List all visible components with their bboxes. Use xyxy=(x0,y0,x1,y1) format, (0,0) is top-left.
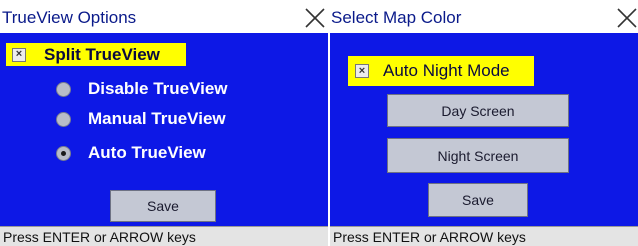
status-bar: Press ENTER or ARROW keys xyxy=(330,226,638,246)
radio-selected-icon xyxy=(56,145,71,161)
checkbox-mark: × xyxy=(12,47,26,62)
close-icon xyxy=(617,8,637,28)
trueview-options-panel: TrueView Options × Split TrueView Disabl… xyxy=(0,0,328,246)
checkbox-label: Auto Night Mode xyxy=(383,61,510,80)
status-text: Press ENTER or ARROW keys xyxy=(333,229,526,245)
radio-icon xyxy=(56,111,71,127)
radio-label: Disable TrueView xyxy=(88,79,228,98)
checkbox-mark: × xyxy=(355,64,369,78)
panel-title: Select Map Color xyxy=(331,8,462,27)
title-bar: Select Map Color xyxy=(330,0,638,33)
checkbox-label: Split TrueView xyxy=(44,44,160,64)
radio-label: Auto TrueView xyxy=(88,143,206,162)
close-icon xyxy=(305,8,325,28)
options-area: × Auto Night Mode Day Screen Night Scree… xyxy=(330,33,638,226)
close-button[interactable] xyxy=(612,0,638,33)
split-trueview-checkbox[interactable]: × Split TrueView xyxy=(6,43,186,66)
status-text: Press ENTER or ARROW keys xyxy=(3,229,196,245)
radio-disable-trueview[interactable]: Disable TrueView xyxy=(56,79,228,99)
panel-title: TrueView Options xyxy=(2,8,137,27)
select-map-color-panel: Select Map Color × Auto Night Mode Day S… xyxy=(330,0,638,246)
close-button[interactable] xyxy=(300,0,328,33)
day-screen-button[interactable]: Day Screen xyxy=(387,94,569,127)
night-screen-button[interactable]: Night Screen xyxy=(387,138,569,173)
radio-icon xyxy=(56,81,71,97)
options-area: × Split TrueView Disable TrueView Manual… xyxy=(0,33,328,226)
status-bar: Press ENTER or ARROW keys xyxy=(0,226,328,246)
radio-manual-trueview[interactable]: Manual TrueView xyxy=(56,109,226,129)
auto-night-mode-checkbox[interactable]: × Auto Night Mode xyxy=(348,56,534,86)
radio-label: Manual TrueView xyxy=(88,109,226,128)
save-button[interactable]: Save xyxy=(110,190,216,222)
title-bar: TrueView Options xyxy=(0,0,328,33)
radio-auto-trueview[interactable]: Auto TrueView xyxy=(56,143,206,163)
save-button[interactable]: Save xyxy=(428,183,528,217)
